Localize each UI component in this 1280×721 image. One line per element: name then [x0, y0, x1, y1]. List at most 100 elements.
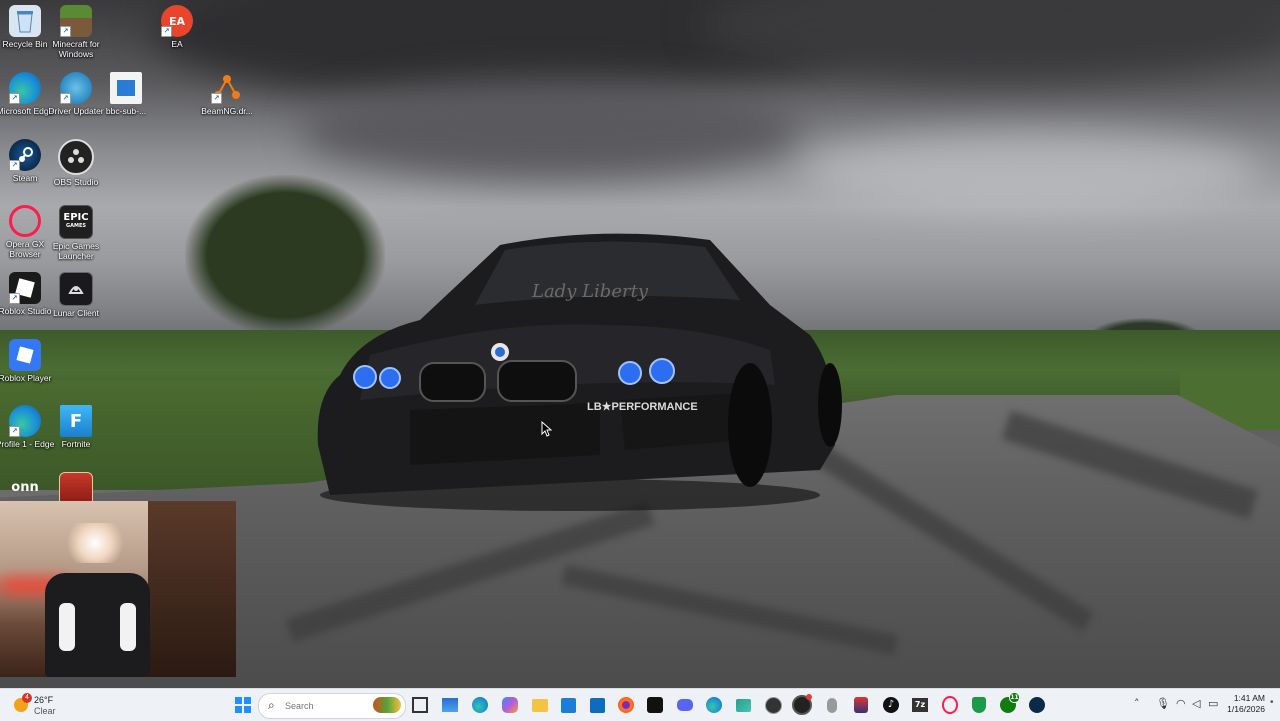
taskbar-xbox[interactable]: 11 [996, 692, 1020, 717]
desktop-icon-label: bbc-sub-... [105, 106, 147, 116]
taskbar-steam[interactable] [1025, 693, 1049, 717]
weather-condition: Clear [34, 706, 56, 716]
capcut-icon [647, 697, 663, 713]
taskbar-app-active[interactable] [790, 693, 814, 717]
taskbar-outlook[interactable] [585, 693, 609, 717]
webcam-overlay [0, 501, 236, 677]
taskbar-app-rocket[interactable] [849, 693, 873, 717]
steam-icon: ↗ [9, 139, 41, 171]
clock-date: 1/16/2026 [1227, 704, 1265, 714]
roblox-player-icon [9, 339, 41, 371]
7zip-icon: 7z [912, 698, 928, 712]
desktop-icon-beamng[interactable]: ↗ BeamNG.dr... [194, 72, 260, 116]
desktop-icon-label: OBS Studio [53, 177, 99, 187]
shield-icon [972, 697, 986, 713]
roblox-studio-icon: ↗ [9, 272, 41, 304]
shortcut-arrow-icon: ↗ [161, 26, 172, 37]
shortcut-arrow-icon: ↗ [9, 293, 20, 304]
taskbar-obs[interactable] [761, 693, 785, 717]
file-thumbnail [117, 80, 135, 96]
webcam-lamp [60, 523, 130, 563]
photos-icon [735, 698, 751, 712]
desktop-icon-minecraft[interactable]: ↗ Minecraft for Windows [43, 5, 109, 59]
taskbar-store[interactable] [556, 693, 580, 717]
start-button[interactable] [231, 693, 255, 717]
7zip-icon-text: 7z [914, 700, 926, 709]
desktop-icon-roblox-player[interactable]: Roblox Player [0, 339, 58, 383]
edge-profile-icon: ↗ [9, 405, 41, 437]
chair-stripe [59, 603, 75, 651]
taskbar-7zip[interactable]: 7z [908, 693, 932, 717]
minecraft-icon: ↗ [60, 5, 92, 37]
taskbar-edge[interactable] [468, 693, 492, 717]
edge-icon [706, 697, 722, 713]
battery-icon[interactable]: ▭ [1208, 697, 1218, 710]
opera-gx-icon [942, 696, 958, 714]
mouse-icon [827, 697, 837, 713]
widgets-button[interactable] [438, 693, 462, 717]
taskbar: 4 26°F Clear ⌕ ♪ 7z 11 ˄ 🎙 ◠ ◁ ▭ 1:41 AM… [0, 688, 1280, 721]
shortcut-arrow-icon: ↗ [9, 160, 20, 171]
weather-widget[interactable]: 4 26°F Clear [8, 692, 68, 718]
windshield-banner: Lady Liberty [531, 281, 649, 302]
shortcut-arrow-icon: ↗ [9, 93, 20, 104]
rocket-icon [854, 697, 868, 713]
taskbar-shield-app[interactable] [967, 693, 991, 717]
fortnite-icon: F [60, 405, 92, 437]
webcam-door [148, 501, 236, 677]
desktop-icon-label: BeamNG.dr... [201, 106, 253, 116]
shortcut-arrow-icon: ↗ [211, 93, 222, 104]
search-box[interactable]: ⌕ [258, 693, 406, 719]
desktop-icon-epic-games[interactable]: EPIC GAMES Epic Games Launcher [43, 205, 109, 261]
taskbar-capcut[interactable] [643, 693, 667, 717]
volume-icon[interactable]: ◁ [1192, 697, 1200, 710]
microphone-icon[interactable]: 🎙 [1156, 697, 1170, 710]
epic-icon-text: EPIC [63, 212, 89, 223]
shortcut-arrow-icon: ↗ [9, 426, 20, 437]
taskbar-firefox[interactable] [614, 693, 638, 717]
obs-icon [764, 696, 782, 714]
tiktok-icon: ♪ [883, 697, 899, 713]
ea-icon: EA ↗ [161, 5, 193, 37]
desktop-icon-label: Fortnite [61, 439, 91, 449]
taskbar-discord[interactable] [673, 693, 697, 717]
car-image: Lady Liberty LB★PERFORMANCE [317, 233, 842, 511]
desktop-icon-bbc-file[interactable]: bbc-sub-... [93, 72, 159, 116]
mouse-cursor-icon [541, 421, 553, 437]
task-view-button[interactable] [408, 693, 432, 717]
taskbar-file-explorer[interactable] [528, 693, 552, 717]
desktop-icon-obs[interactable]: OBS Studio [43, 139, 109, 187]
beamng-icon: ↗ [211, 72, 243, 104]
notification-bell-icon[interactable]: • [1270, 697, 1274, 708]
desktop-icon-fortnite[interactable]: F Fortnite [43, 405, 109, 449]
taskbar-copilot[interactable] [498, 693, 522, 717]
discord-icon [677, 699, 693, 711]
fortnite-icon-text: F [69, 410, 83, 432]
clock[interactable]: 1:41 AM 1/16/2026 [1225, 693, 1265, 715]
driver-updater-icon: ↗ [60, 72, 92, 104]
store-icon [560, 697, 576, 713]
firefox-icon [618, 697, 634, 713]
desktop-icon-label: Roblox Player [0, 373, 52, 383]
copilot-icon [502, 697, 518, 713]
weather-temperature: 26°F [34, 695, 54, 705]
wifi-icon[interactable]: ◠ [1176, 697, 1186, 710]
show-hidden-icons-chevron[interactable]: ˄ [1134, 697, 1140, 710]
taskbar-opera-gx[interactable] [938, 693, 962, 717]
cloud [800, 130, 1260, 210]
desktop-icon-ea[interactable]: EA ↗ EA [144, 5, 210, 49]
cloud [300, 80, 800, 180]
search-input[interactable] [283, 697, 367, 715]
shortcut-arrow-icon: ↗ [60, 26, 71, 37]
taskbar-mouse-app[interactable] [820, 693, 844, 717]
bumper-decal: LB★PERFORMANCE [587, 401, 698, 413]
desktop-icon-lunar-client[interactable]: Lunar Client [43, 272, 109, 318]
xbox-badge: 11 [1009, 692, 1020, 703]
taskbar-tiktok[interactable]: ♪ [879, 693, 903, 717]
desktop-icon-label: Lunar Client [53, 308, 99, 318]
widgets-icon [442, 698, 458, 712]
obs-icon [58, 139, 94, 175]
taskbar-edge-profile[interactable] [702, 693, 726, 717]
notification-dot [806, 694, 812, 700]
taskbar-photos[interactable] [731, 693, 755, 717]
